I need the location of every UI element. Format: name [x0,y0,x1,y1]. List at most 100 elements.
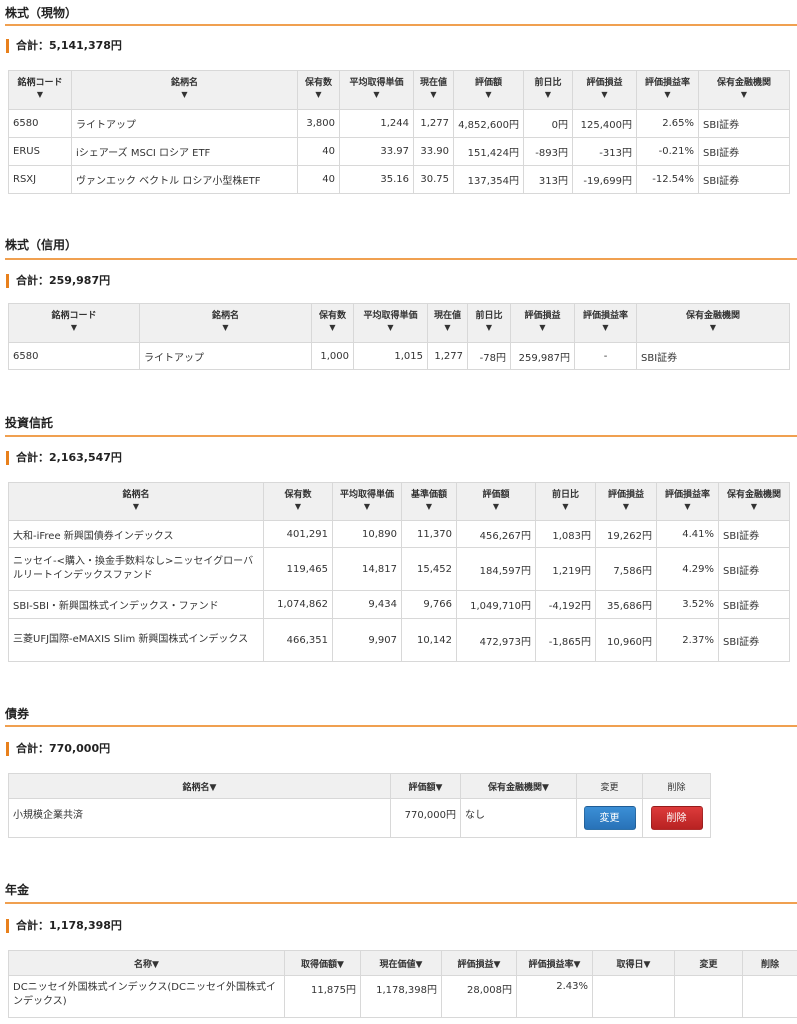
delete-button[interactable]: 削除 [650,806,703,830]
col-header-acquired-date[interactable]: 取得日▼ [592,950,675,976]
col-header[interactable]: 評価額 ▼ [456,482,536,521]
col-header[interactable]: 保有数 ▼ [297,70,340,110]
col-header[interactable]: 評価損益率 ▼ [656,482,719,521]
cell-institution: SBI証券 [698,109,790,138]
cell-name: 大和-iFree 新興国債券インデックス [8,520,264,548]
col-header[interactable]: 保有数 ▼ [311,303,354,343]
col-header[interactable]: 銘柄名 ▼ [139,303,312,343]
sort-arrow-icon[interactable]: ▼ [404,502,454,512]
section-title-stocks-margin: 株式（信用） [5,238,78,252]
table-row: DCニッセイ外国株式インデックス(DCニッセイ外国株式インデックス) 11,87… [8,975,797,1018]
edit-button[interactable]: 変更 [583,806,636,830]
cell-gain-rate: 2.43% [516,975,593,1018]
col-header-name[interactable]: 名称▼ [8,950,285,976]
cell-name: ニッセイ-<購入・換金手数料なし>ニッセイグローバルリートインデックスファンド [8,547,264,591]
cell-day-change: -4,192円 [535,590,596,619]
sort-arrow-icon[interactable]: ▼ [342,90,411,100]
sort-arrow-icon[interactable]: ▼ [335,502,399,512]
sort-arrow-icon[interactable]: ▼ [538,502,593,512]
col-header[interactable]: 評価損益率 ▼ [574,303,637,343]
cell-valuation: 472,973円 [456,618,536,662]
cell-nav: 11,370 [401,520,457,548]
cell-gain: -313円 [572,137,637,166]
stocks-cash-total: 合計：5,141,378円 [6,39,122,53]
cell-gain: 35,686円 [595,590,657,619]
col-header-institution[interactable]: 保有金融機関▼ [460,773,577,799]
cell-name: DCニッセイ外国株式インデックス(DCニッセイ外国株式インデックス) [8,975,285,1018]
col-header[interactable]: 現在値 ▼ [413,70,454,110]
sort-arrow-icon[interactable]: ▼ [701,90,787,100]
sort-arrow-icon[interactable]: ▼ [526,90,570,100]
col-header-cost[interactable]: 取得価額▼ [284,950,361,976]
sort-arrow-icon[interactable]: ▼ [266,502,330,512]
funds-table: 銘柄名 ▼ 保有数 ▼ 平均取得単価 ▼ 基準価額 ▼ 評価額 ▼ 前日比 ▼ 評価損益 ▼ … [8,482,790,662]
sort-arrow-icon[interactable]: ▼ [456,90,521,100]
col-header[interactable]: 前日比 ▼ [467,303,511,343]
sort-arrow-icon[interactable]: ▼ [659,502,716,512]
stocks-margin-table: 銘柄コード ▼ 銘柄名 ▼ 保有数 ▼ 平均取得単価 ▼ 現在値 ▼ 前日比 ▼ 評価損益 ▼… [8,303,790,370]
cell-day-change: 313円 [523,165,573,194]
sort-arrow-icon[interactable]: ▼ [577,323,634,333]
col-header[interactable]: 現在値 ▼ [427,303,468,343]
cell-valuation: 770,000円 [390,798,461,838]
cell-code: RSXJ [8,165,72,194]
sort-arrow-icon[interactable]: ▼ [314,323,351,333]
cell-price: 30.75 [413,165,454,194]
col-header-gain[interactable]: 評価損益▼ [441,950,517,976]
col-header-delete: 削除 [642,773,711,799]
col-header-value[interactable]: 現在価値▼ [360,950,442,976]
col-header[interactable]: 平均取得単価 ▼ [353,303,428,343]
col-header[interactable]: 銘柄名 ▼ [8,482,264,521]
sort-arrow-icon[interactable]: ▼ [142,323,309,333]
cell-day-change: 1,219円 [535,547,596,591]
col-header[interactable]: 評価額 ▼ [453,70,524,110]
sort-arrow-icon[interactable]: ▼ [74,90,295,100]
sort-arrow-icon[interactable]: ▼ [416,90,451,100]
sort-arrow-icon[interactable]: ▼ [639,90,696,100]
sort-arrow-icon[interactable]: ▼ [639,323,787,333]
col-header-valuation[interactable]: 評価額▼ [390,773,461,799]
col-header[interactable]: 評価損益 ▼ [572,70,637,110]
sort-arrow-icon[interactable]: ▼ [11,323,137,333]
col-header[interactable]: 銘柄名 ▼ [71,70,298,110]
cell-valuation: 151,424円 [453,137,524,166]
cell-avg-price: 9,434 [332,590,402,619]
sort-arrow-icon[interactable]: ▼ [11,90,69,100]
sort-arrow-icon[interactable]: ▼ [356,323,425,333]
sort-arrow-icon[interactable]: ▼ [459,502,533,512]
col-header[interactable]: 保有金融機関 ▼ [698,70,790,110]
cell-gain-rate: 2.37% [656,618,719,662]
cell-nav: 9,766 [401,590,457,619]
col-header[interactable]: 銘柄コード ▼ [8,70,72,110]
sort-arrow-icon[interactable]: ▼ [598,502,654,512]
cell-day-change: -78円 [467,342,511,370]
col-header[interactable]: 基準価額 ▼ [401,482,457,521]
cell-delete: 削除 [642,798,711,838]
col-header[interactable]: 平均取得単価 ▼ [332,482,402,521]
funds-total: 合計：2,163,547円 [6,451,122,465]
col-header-gain-rate[interactable]: 評価損益率▼ [516,950,593,976]
sort-arrow-icon[interactable]: ▼ [575,90,634,100]
sort-arrow-icon[interactable]: ▼ [11,502,261,512]
col-header[interactable]: 前日比 ▼ [523,70,573,110]
sort-arrow-icon[interactable]: ▼ [721,502,787,512]
col-header[interactable]: 前日比 ▼ [535,482,596,521]
col-header[interactable]: 平均取得単価 ▼ [339,70,414,110]
cell-gain-rate: 3.52% [656,590,719,619]
cell-nav: 15,452 [401,547,457,591]
col-header[interactable]: 保有数 ▼ [263,482,333,521]
col-header[interactable]: 評価損益 ▼ [510,303,575,343]
sort-arrow-icon[interactable]: ▼ [513,323,572,333]
col-header[interactable]: 保有金融機関 ▼ [636,303,790,343]
col-header[interactable]: 銘柄コード ▼ [8,303,140,343]
cell-code: 6580 [8,109,72,138]
col-header[interactable]: 保有金融機関 ▼ [718,482,790,521]
col-header[interactable]: 評価損益 ▼ [595,482,657,521]
sort-arrow-icon[interactable]: ▼ [470,323,508,333]
bonds-total: 合計：770,000円 [6,742,110,756]
sort-arrow-icon[interactable]: ▼ [430,323,465,333]
col-header[interactable]: 評価損益率 ▼ [636,70,699,110]
col-header-name[interactable]: 銘柄名▼ [8,773,391,799]
sort-arrow-icon[interactable]: ▼ [300,90,337,100]
cell-gain-rate: 4.29% [656,547,719,591]
